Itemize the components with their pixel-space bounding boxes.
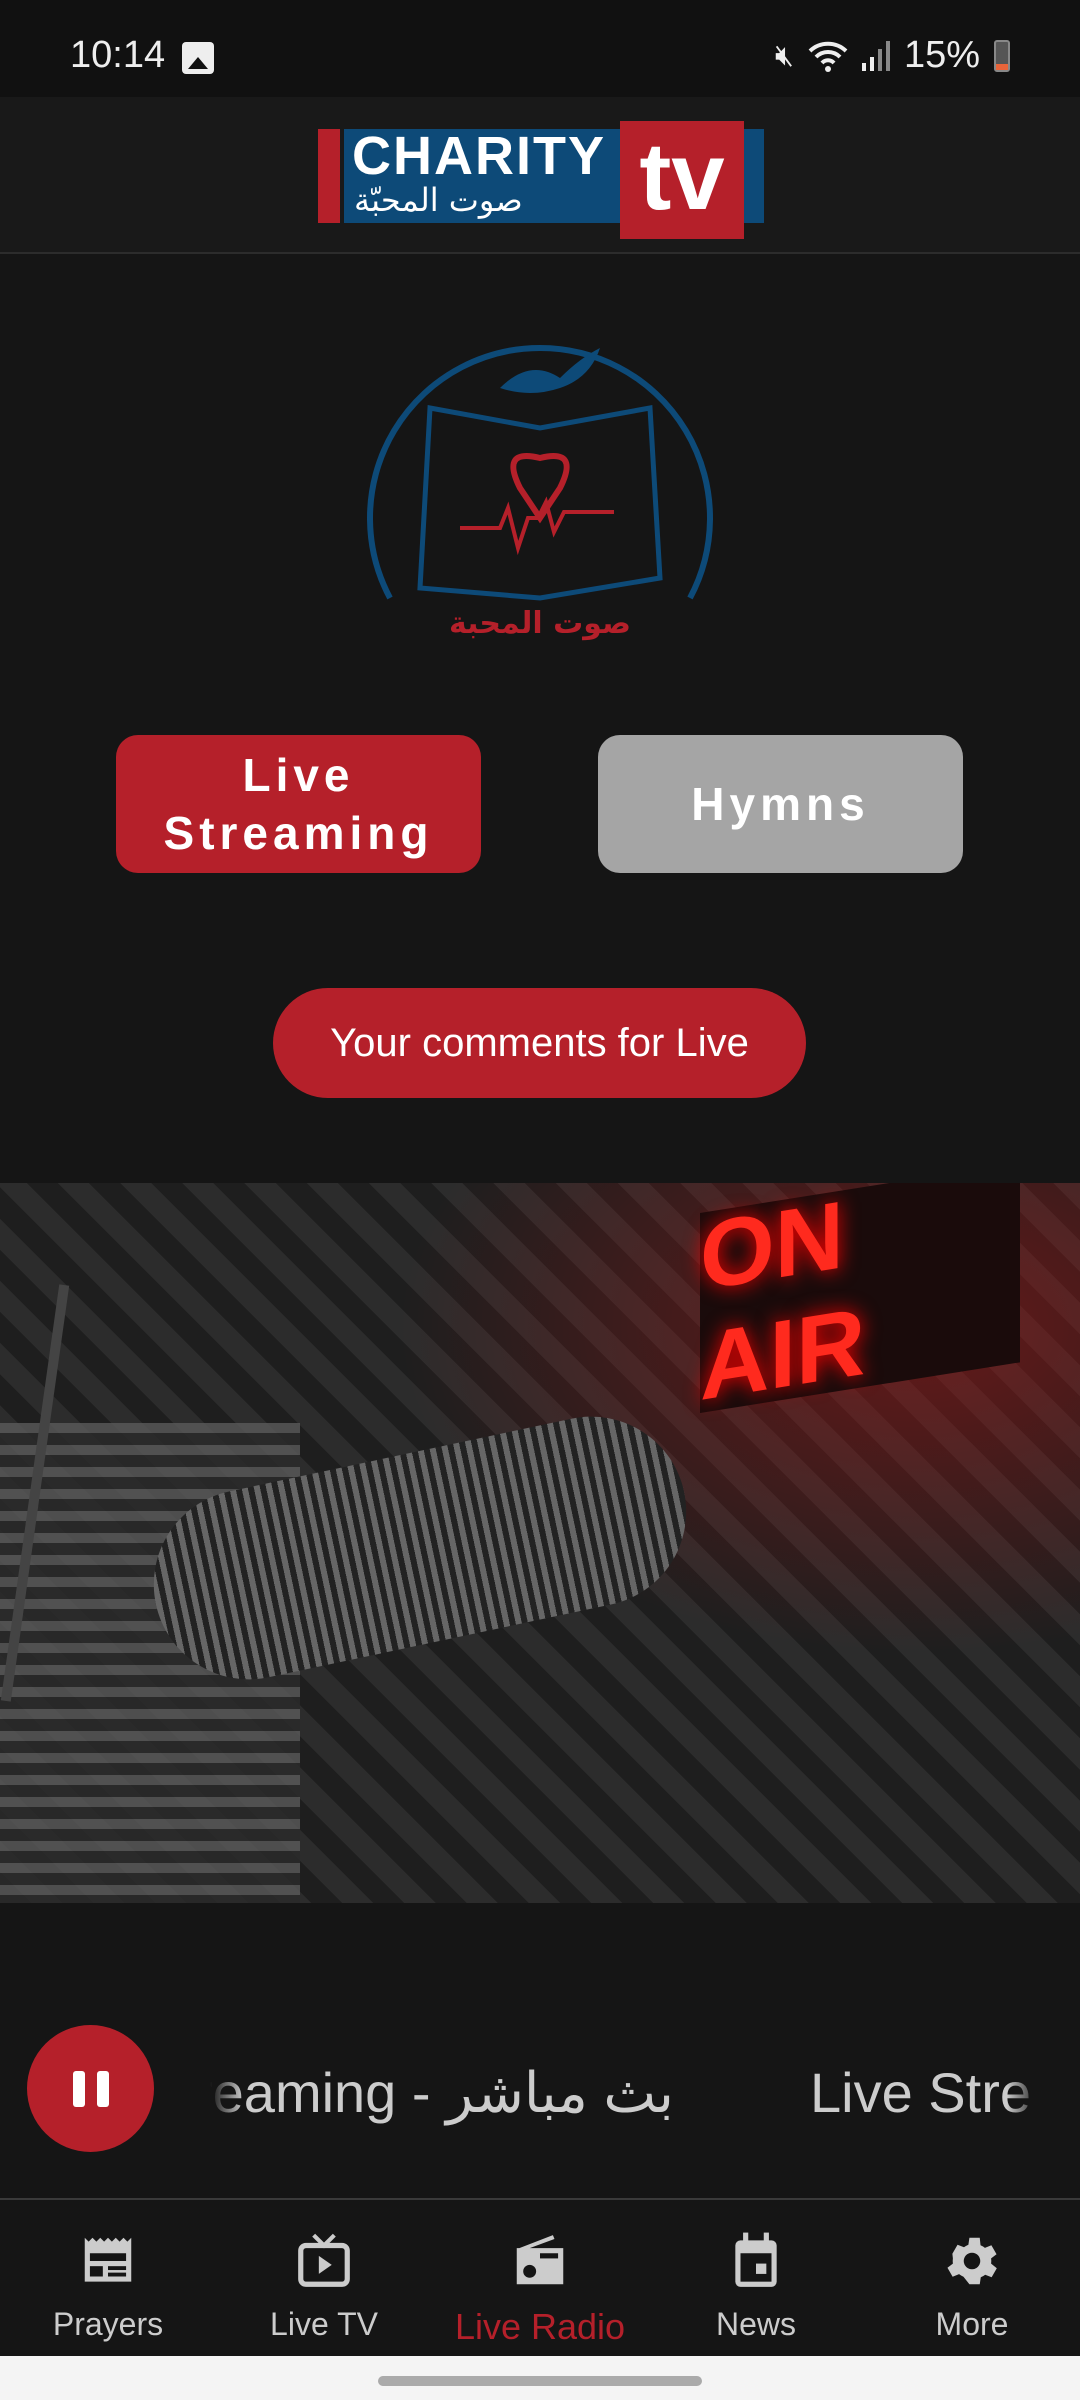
pause-button[interactable] [27, 2025, 154, 2152]
tv-icon [298, 2233, 350, 2287]
svg-text:صوت المحبة: صوت المحبة [449, 606, 631, 641]
comments-button[interactable]: Your comments for Live [273, 988, 806, 1098]
wifi-icon [808, 41, 848, 72]
on-air-studio-image: ON AIR [0, 1183, 1080, 1903]
now-playing-marquee: reaming - بث مباشر Live Stre [210, 2060, 1040, 2140]
live-streaming-button[interactable]: Live Streaming [116, 735, 481, 873]
marquee-text: reaming - بث مباشر [210, 2061, 675, 2124]
nav-label: Prayers [52, 2306, 164, 2342]
on-air-sign: ON AIR [700, 1183, 1020, 1421]
nav-live-radio[interactable]: Live Radio [432, 2200, 648, 2356]
gear-icon [947, 2237, 997, 2285]
calendar-icon [735, 2232, 777, 2287]
signal-icon [861, 40, 890, 71]
nav-label: More [935, 2306, 1009, 2342]
home-indicator[interactable] [378, 2376, 702, 2386]
nav-live-tv[interactable]: Live TV [216, 2200, 432, 2356]
newspaper-icon [84, 2237, 132, 2282]
app-header: CHARITY صوت المحبّة tv [0, 97, 1080, 254]
battery-icon [994, 39, 1010, 72]
hymns-button[interactable]: Hymns [598, 735, 963, 873]
nav-prayers[interactable]: Prayers [0, 2200, 216, 2356]
battery-text: 15% [903, 34, 980, 76]
marquee-text-repeat: Live Stre [810, 2061, 1031, 2124]
radio-station-logo: صوت المحبة [367, 345, 713, 641]
nav-label: Live Radio [454, 2306, 626, 2347]
nav-label: News [715, 2306, 796, 2342]
nav-label: Live TV [270, 2306, 378, 2342]
status-time: 10:14 [70, 34, 166, 76]
status-bar: 10:14 🔇︎ 15% [0, 0, 1080, 97]
charity-tv-logo: CHARITY صوت المحبّة tv [318, 121, 766, 239]
nav-news[interactable]: News [648, 2200, 864, 2356]
nav-more[interactable]: More [864, 2200, 1080, 2356]
system-home-bar [0, 2356, 1080, 2400]
image-icon [182, 42, 214, 74]
mute-icon: 🔇︎ [775, 38, 794, 72]
bottom-nav: Prayers Live TV Live Radio News More [0, 2198, 1080, 2356]
radio-icon [516, 2235, 564, 2285]
